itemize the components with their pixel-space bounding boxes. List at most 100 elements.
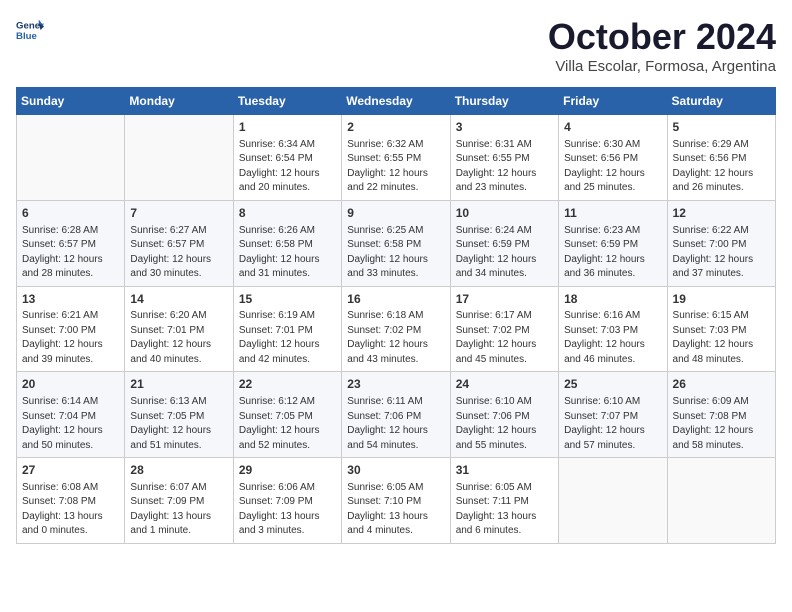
- calendar-cell: 17Sunrise: 6:17 AM Sunset: 7:02 PM Dayli…: [450, 286, 558, 372]
- day-info: Sunrise: 6:20 AM Sunset: 7:01 PM Dayligh…: [130, 309, 227, 367]
- calendar-cell: 4Sunrise: 6:30 AM Sunset: 6:56 PM Daylig…: [559, 115, 667, 201]
- day-number: 31: [456, 462, 553, 479]
- week-row-3: 20 Sunrise: 6:14 AM Sunset: 7:04 PM Dayli…: [17, 372, 776, 458]
- day-number: 18: [564, 291, 661, 308]
- day-number: 24: [456, 376, 553, 393]
- day-info: Sunrise: 6:13 AM Sunset: 7:05 PM Dayligh…: [130, 395, 227, 453]
- day-info: Sunrise: 6:14 AM Sunset: 7:04 PM Dayligh…: [22, 395, 119, 453]
- calendar-cell: [17, 115, 125, 201]
- day-info: Sunrise: 6:09 AM Sunset: 7:08 PM Dayligh…: [673, 395, 770, 453]
- calendar-cell: 19Sunrise: 6:15 AM Sunset: 7:03 PM Dayli…: [667, 286, 775, 372]
- day-number: 1: [239, 119, 336, 136]
- weekday-header-thursday: Thursday: [450, 88, 558, 115]
- day-info: Sunrise: 6:15 AM Sunset: 7:03 PM Dayligh…: [673, 309, 770, 367]
- day-info: Sunrise: 6:30 AM Sunset: 6:56 PM Dayligh…: [564, 138, 661, 196]
- day-number: 9: [347, 205, 444, 222]
- day-info: Sunrise: 6:10 AM Sunset: 7:07 PM Dayligh…: [564, 395, 661, 453]
- day-number: 21: [130, 376, 227, 393]
- calendar-cell: 26 Sunrise: 6:09 AM Sunset: 7:08 PM Dayli…: [667, 372, 775, 458]
- weekday-header-saturday: Saturday: [667, 88, 775, 115]
- day-number: 2: [347, 119, 444, 136]
- calendar-table: SundayMondayTuesdayWednesdayThursdayFrid…: [16, 87, 776, 544]
- calendar-cell: 18Sunrise: 6:16 AM Sunset: 7:03 PM Dayli…: [559, 286, 667, 372]
- week-row-2: 13Sunrise: 6:21 AM Sunset: 7:00 PM Dayli…: [17, 286, 776, 372]
- day-info: Sunrise: 6:29 AM Sunset: 6:56 PM Dayligh…: [673, 138, 770, 196]
- day-info: Sunrise: 6:10 AM Sunset: 7:06 PM Dayligh…: [456, 395, 553, 453]
- day-info: Sunrise: 6:05 AM Sunset: 7:10 PM Dayligh…: [347, 481, 444, 539]
- day-info: Sunrise: 6:22 AM Sunset: 7:00 PM Dayligh…: [673, 224, 770, 282]
- day-info: Sunrise: 6:28 AM Sunset: 6:57 PM Dayligh…: [22, 224, 119, 282]
- logo-icon: General Blue: [16, 16, 44, 44]
- day-info: Sunrise: 6:16 AM Sunset: 7:03 PM Dayligh…: [564, 309, 661, 367]
- day-info: Sunrise: 6:18 AM Sunset: 7:02 PM Dayligh…: [347, 309, 444, 367]
- calendar-cell: 23Sunrise: 6:11 AM Sunset: 7:06 PM Dayli…: [342, 372, 450, 458]
- weekday-header-monday: Monday: [125, 88, 233, 115]
- header: General Blue October 2024 Villa Escolar,…: [16, 16, 776, 75]
- calendar-cell: 25 Sunrise: 6:10 AM Sunset: 7:07 PM Dayli…: [559, 372, 667, 458]
- weekday-header-friday: Friday: [559, 88, 667, 115]
- day-info: Sunrise: 6:06 AM Sunset: 7:09 PM Dayligh…: [239, 481, 336, 539]
- day-number: 22: [239, 376, 336, 393]
- calendar-cell: 12 Sunrise: 6:22 AM Sunset: 7:00 PM Dayli…: [667, 200, 775, 286]
- day-info: Sunrise: 6:17 AM Sunset: 7:02 PM Dayligh…: [456, 309, 553, 367]
- day-info: Sunrise: 6:05 AM Sunset: 7:11 PM Dayligh…: [456, 481, 553, 539]
- day-number: 11: [564, 205, 661, 222]
- day-info: Sunrise: 6:23 AM Sunset: 6:59 PM Dayligh…: [564, 224, 661, 282]
- day-info: Sunrise: 6:11 AM Sunset: 7:06 PM Dayligh…: [347, 395, 444, 453]
- calendar-cell: 20 Sunrise: 6:14 AM Sunset: 7:04 PM Dayli…: [17, 372, 125, 458]
- day-number: 25: [564, 376, 661, 393]
- day-info: Sunrise: 6:34 AM Sunset: 6:54 PM Dayligh…: [239, 138, 336, 196]
- calendar-cell: 13Sunrise: 6:21 AM Sunset: 7:00 PM Dayli…: [17, 286, 125, 372]
- month-title: October 2024: [548, 16, 776, 58]
- day-number: 16: [347, 291, 444, 308]
- day-info: Sunrise: 6:26 AM Sunset: 6:58 PM Dayligh…: [239, 224, 336, 282]
- day-number: 3: [456, 119, 553, 136]
- day-info: Sunrise: 6:24 AM Sunset: 6:59 PM Dayligh…: [456, 224, 553, 282]
- weekday-header-wednesday: Wednesday: [342, 88, 450, 115]
- calendar-cell: 1 Sunrise: 6:34 AM Sunset: 6:54 PM Daylig…: [233, 115, 341, 201]
- calendar-cell: 24 Sunrise: 6:10 AM Sunset: 7:06 PM Dayli…: [450, 372, 558, 458]
- day-info: Sunrise: 6:08 AM Sunset: 7:08 PM Dayligh…: [22, 481, 119, 539]
- calendar-cell: 11 Sunrise: 6:23 AM Sunset: 6:59 PM Dayli…: [559, 200, 667, 286]
- svg-text:Blue: Blue: [16, 31, 37, 42]
- day-info: Sunrise: 6:25 AM Sunset: 6:58 PM Dayligh…: [347, 224, 444, 282]
- calendar-cell: 28Sunrise: 6:07 AM Sunset: 7:09 PM Dayli…: [125, 458, 233, 544]
- day-info: Sunrise: 6:27 AM Sunset: 6:57 PM Dayligh…: [130, 224, 227, 282]
- day-number: 29: [239, 462, 336, 479]
- day-info: Sunrise: 6:19 AM Sunset: 7:01 PM Dayligh…: [239, 309, 336, 367]
- day-info: Sunrise: 6:12 AM Sunset: 7:05 PM Dayligh…: [239, 395, 336, 453]
- day-number: 17: [456, 291, 553, 308]
- day-number: 14: [130, 291, 227, 308]
- calendar-cell: 21 Sunrise: 6:13 AM Sunset: 7:05 PM Dayli…: [125, 372, 233, 458]
- day-number: 12: [673, 205, 770, 222]
- day-number: 28: [130, 462, 227, 479]
- day-number: 7: [130, 205, 227, 222]
- day-number: 27: [22, 462, 119, 479]
- calendar-cell: 3 Sunrise: 6:31 AM Sunset: 6:55 PM Daylig…: [450, 115, 558, 201]
- day-number: 10: [456, 205, 553, 222]
- calendar-cell: 6Sunrise: 6:28 AM Sunset: 6:57 PM Daylig…: [17, 200, 125, 286]
- logo: General Blue: [16, 16, 44, 44]
- weekday-header-tuesday: Tuesday: [233, 88, 341, 115]
- calendar-cell: 10 Sunrise: 6:24 AM Sunset: 6:59 PM Dayli…: [450, 200, 558, 286]
- calendar-cell: [667, 458, 775, 544]
- weekday-header-row: SundayMondayTuesdayWednesdayThursdayFrid…: [17, 88, 776, 115]
- day-number: 5: [673, 119, 770, 136]
- calendar-cell: 30 Sunrise: 6:05 AM Sunset: 7:10 PM Dayli…: [342, 458, 450, 544]
- calendar-cell: [125, 115, 233, 201]
- day-number: 15: [239, 291, 336, 308]
- day-number: 13: [22, 291, 119, 308]
- calendar-cell: [559, 458, 667, 544]
- calendar-cell: 15Sunrise: 6:19 AM Sunset: 7:01 PM Dayli…: [233, 286, 341, 372]
- week-row-1: 6Sunrise: 6:28 AM Sunset: 6:57 PM Daylig…: [17, 200, 776, 286]
- day-info: Sunrise: 6:31 AM Sunset: 6:55 PM Dayligh…: [456, 138, 553, 196]
- day-number: 19: [673, 291, 770, 308]
- calendar-cell: 2Sunrise: 6:32 AM Sunset: 6:55 PM Daylig…: [342, 115, 450, 201]
- calendar-cell: 14Sunrise: 6:20 AM Sunset: 7:01 PM Dayli…: [125, 286, 233, 372]
- calendar-cell: 16Sunrise: 6:18 AM Sunset: 7:02 PM Dayli…: [342, 286, 450, 372]
- day-number: 30: [347, 462, 444, 479]
- calendar-cell: 31 Sunrise: 6:05 AM Sunset: 7:11 PM Dayli…: [450, 458, 558, 544]
- day-number: 26: [673, 376, 770, 393]
- week-row-4: 27 Sunrise: 6:08 AM Sunset: 7:08 PM Dayli…: [17, 458, 776, 544]
- day-number: 20: [22, 376, 119, 393]
